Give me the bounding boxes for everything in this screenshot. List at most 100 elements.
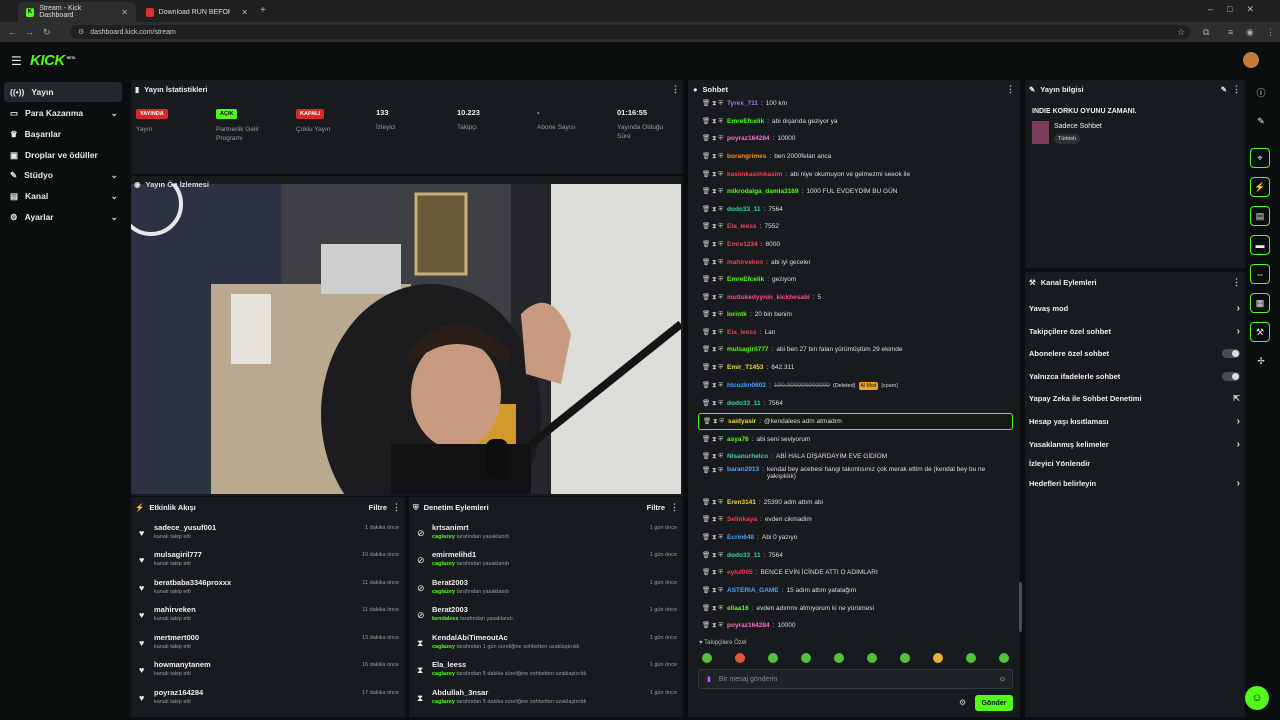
chat-username[interactable]: Ela_leess: [727, 329, 757, 336]
chat-message[interactable]: 🗑 ⧗ ⛨ dodo33_11:7564: [698, 547, 1013, 564]
chat-message[interactable]: 🗑 ⧗ ⛨ dodo33_11:7564: [698, 201, 1013, 218]
more-icon[interactable]: ⋮: [1232, 84, 1241, 95]
mod-actions-icons[interactable]: 🗑 ⧗ ⛨: [698, 533, 724, 542]
chat-message[interactable]: 🗑 ⧗ ⛨ mahirveken: abi iyi geceler: [698, 254, 1013, 271]
chat-username[interactable]: Ecrin648: [727, 534, 754, 541]
document-icon[interactable]: ▤: [1250, 206, 1270, 226]
mod-actions-icons[interactable]: 🗑 ⧗ ⛨: [698, 222, 724, 231]
send-button[interactable]: Gönder: [975, 695, 1013, 711]
stream-preview-video[interactable]: [131, 184, 681, 494]
chat-message[interactable]: 🗑 ⧗ ⛨ ASTERIA_GAME:15 adım attım yatalağı…: [698, 582, 1013, 599]
mod-actions-icons[interactable]: 🗑 ⧗ ⛨: [698, 170, 724, 179]
mod-actions-icons[interactable]: 🗑 ⧗ ⛨: [698, 134, 724, 143]
chat-message[interactable]: 🗑 ⧗ ⛨ Ela_leess: Lan: [698, 324, 1013, 341]
layout-icon[interactable]: ▦: [1250, 293, 1270, 313]
chat-username[interactable]: borangrimes: [727, 153, 766, 160]
chat-message[interactable]: 🗑 ⧗ ⛨ Nisanurhelco: ABİ HALA DİŞARDAYIM EV…: [698, 448, 1013, 465]
chat-message[interactable]: 🗑 ⧗ ⛨ poyraz164284:10000: [698, 617, 1013, 634]
chat-username[interactable]: poyraz164284: [727, 622, 770, 629]
chat-username[interactable]: kasimkasimkasim: [727, 171, 782, 178]
plugin-icon[interactable]: ✢: [1250, 350, 1272, 372]
kick-logo[interactable]: KICK BETA: [30, 52, 76, 69]
mod-actions-icons[interactable]: 🗑 ⧗ ⛨: [698, 466, 724, 475]
media-icon[interactable]: ≡: [1228, 27, 1233, 37]
chat-scrollbar[interactable]: [1019, 582, 1022, 632]
mod-actions-icons[interactable]: 🗑 ⧗ ⛨: [698, 328, 724, 337]
chat-username[interactable]: poyraz164284: [727, 135, 770, 142]
emote-icon[interactable]: [768, 653, 778, 663]
chat-username[interactable]: Emre1234: [727, 241, 758, 248]
chat-username[interactable]: Tyrex_711: [727, 100, 758, 107]
chat-message[interactable]: 🗑 ⧗ ⛨ ellaa16: evden adımmı atmıyorum ki n…: [698, 600, 1013, 617]
chat-username[interactable]: ASTERIA_GAME: [727, 587, 779, 594]
action-account-age[interactable]: Hesap yaşı kısıtlaması ›: [1029, 410, 1244, 432]
chat-username[interactable]: EmreEfcelik: [727, 276, 764, 283]
mod-actions-icons[interactable]: 🗑 ⧗ ⛨: [698, 345, 724, 354]
chat-username[interactable]: Selinkaya: [727, 516, 757, 523]
mod-actions-icons[interactable]: 🗑 ⧗ ⛨: [698, 99, 724, 108]
chat-username[interactable]: dodo33_11: [727, 206, 761, 213]
mod-actions-icons[interactable]: 🗑 ⧗ ⛨: [698, 152, 724, 161]
browser-tab-download[interactable]: Download RUN BEFORE HE KN... ✕: [138, 2, 256, 22]
chat-message[interactable]: 🗑 ⧗ ⛨ Ela_leess:7552: [698, 218, 1013, 235]
chat-username[interactable]: Ela_leess: [727, 223, 757, 230]
mod-actions-icons[interactable]: 🗑 ⧗ ⛨: [698, 568, 724, 577]
sidebar-item-yayin[interactable]: ((•)) Yayın: [4, 82, 122, 102]
mod-actions-icons[interactable]: 🗑 ⧗ ⛨: [698, 498, 724, 507]
chat-username[interactable]: lorintk: [727, 311, 747, 318]
mod-actions-icons[interactable]: 🗑 ⧗ ⛨: [699, 417, 725, 426]
chat-message[interactable]: 🗑 ⧗ ⛨ EmreEfcelik: abi dışarıda geziyor ya: [698, 113, 1013, 130]
chat-settings-gear-icon[interactable]: ⚙: [959, 698, 966, 707]
emote-only-toggle[interactable]: [1222, 371, 1240, 381]
chat-message[interactable]: 🗑 ⧗ ⛨ Emre1234:8000: [698, 236, 1013, 253]
sidebar-item-basarilar[interactable]: ♛ Başarılar: [4, 124, 122, 144]
browser-menu-icon[interactable]: ⋮: [1266, 27, 1275, 38]
action-host[interactable]: İzleyici Yönlendir: [1029, 452, 1244, 474]
hamburger-menu-icon[interactable]: ☰: [11, 54, 22, 68]
mod-actions-icons[interactable]: 🗑 ⧗ ⛨: [698, 205, 724, 214]
action-followers-chat[interactable]: Takipçilere özel sohbet ›: [1029, 320, 1244, 342]
subscribers-chat-toggle[interactable]: [1222, 348, 1240, 358]
action-goals[interactable]: Hedefleri belirleyin ›: [1029, 472, 1244, 494]
chat-username[interactable]: eylul005: [727, 569, 753, 576]
chat-message[interactable]: 🗑 ⧗ ⛨ poyraz164284:10000: [698, 130, 1013, 147]
more-icon[interactable]: ⋮: [671, 84, 680, 95]
mod-actions-icons[interactable]: 🗑 ⧗ ⛨: [698, 621, 724, 630]
chat-username[interactable]: dodo33_11: [727, 400, 761, 407]
more-icon[interactable]: ⋮: [392, 502, 401, 513]
url-field[interactable]: ⚙ dashboard.kick.com/stream: [70, 25, 1190, 39]
mod-actions-icons[interactable]: 🗑 ⧗ ⛨: [698, 399, 724, 408]
mod-actions-icons[interactable]: 🗑 ⧗ ⛨: [698, 117, 724, 126]
chat-username[interactable]: asya76: [727, 436, 749, 443]
action-emote-only[interactable]: Yalnızca ifadelerle sohbet: [1029, 365, 1244, 387]
sidebar-item-kanal[interactable]: ▤ Kanal ⌄: [4, 186, 122, 206]
chat-message[interactable]: 🗑 ⧗ ⛨ mutlukedyynin_kickhesabi:5: [698, 289, 1013, 306]
chat-username[interactable]: saidyasir: [728, 418, 756, 425]
window-controls[interactable]: –□✕: [1208, 4, 1268, 15]
chat-message[interactable]: 🗑 ⧗ ⛨ mikrodalga_damla3169:1000 FUL EVDEY…: [698, 183, 1013, 200]
mod-actions-icons[interactable]: 🗑 ⧗ ⛨: [698, 604, 724, 613]
sidebar-item-ayarlar[interactable]: ⚙ Ayarlar ⌄: [4, 207, 122, 227]
chat-username[interactable]: htcozkn0602: [727, 382, 766, 389]
chat-message[interactable]: 🗑 ⧗ ⛨ lorintk:20 bin benim: [698, 306, 1013, 323]
chat-message[interactable]: 🗑 ⧗ ⛨ Selinkaya: evden cikmadim: [698, 511, 1013, 528]
split-icon[interactable]: ⇔: [1250, 264, 1270, 284]
mod-actions-icons[interactable]: 🗑 ⧗ ⛨: [698, 275, 724, 284]
chat-message[interactable]: 🗑 ⧗ ⛨ EmreEfcelik: geziyom: [698, 271, 1013, 288]
chat-username[interactable]: mulsagiril777: [727, 346, 769, 353]
chat-username[interactable]: Nisanurhelco: [727, 453, 768, 460]
chat-username[interactable]: EmreEfcelik: [727, 118, 764, 125]
site-info-icon[interactable]: ⚙: [78, 28, 84, 36]
chat-username[interactable]: ellaa16: [727, 605, 749, 612]
close-tab-icon[interactable]: ✕: [241, 8, 248, 17]
mod-actions-icons[interactable]: 🗑 ⧗ ⛨: [698, 293, 724, 302]
action-slow-mode[interactable]: Yavaş mod ›: [1029, 297, 1244, 319]
chat-message[interactable]: 🗑 ⧗ ⛨ Eren3141:25390 adm attım abi: [698, 494, 1013, 511]
mod-actions-icons[interactable]: 🗑 ⧗ ⛨: [698, 187, 724, 196]
chat-username[interactable]: mahirveken: [727, 259, 763, 266]
chat-message[interactable]: 🗑 ⧗ ⛨ Tyrex_711:100 km: [698, 95, 1013, 112]
support-chat-icon[interactable]: ☺: [1245, 686, 1269, 710]
pencil-rail-icon[interactable]: ✎: [1250, 110, 1272, 132]
more-icon[interactable]: ⋮: [1006, 84, 1015, 95]
info-icon[interactable]: ⓘ: [1250, 81, 1272, 103]
